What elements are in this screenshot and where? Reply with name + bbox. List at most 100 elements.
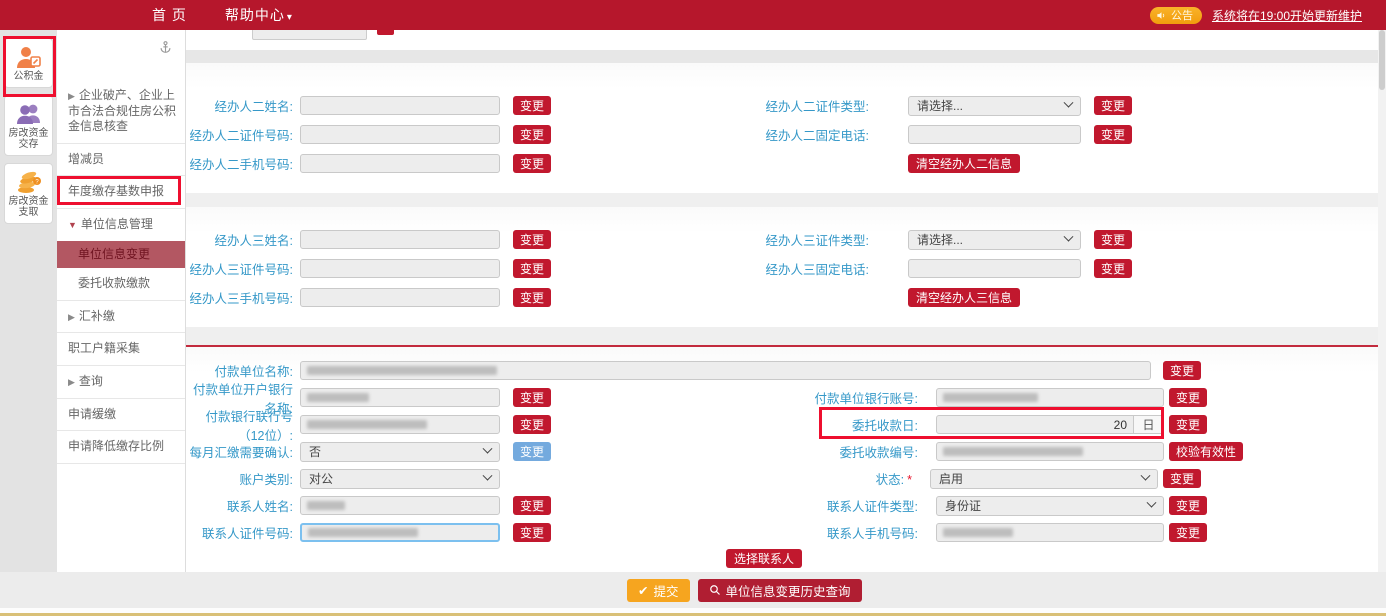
change-button[interactable]: 变更 bbox=[513, 154, 551, 173]
sidebar-item-query[interactable]: ▶查询 bbox=[57, 366, 185, 399]
check-icon: ✔ bbox=[638, 583, 648, 598]
sidebar-item-add-remove-staff[interactable]: 增减员 bbox=[57, 144, 185, 177]
agent3-mobile-input[interactable] bbox=[300, 288, 500, 307]
validate-button[interactable]: 校验有效性 bbox=[1169, 442, 1243, 461]
footer-action-bar: ✔ 提交 单位信息变更历史查询 bbox=[0, 572, 1386, 608]
select-contact-button[interactable]: 选择联系人 bbox=[726, 549, 802, 568]
sidebar-item-staff-household-collect[interactable]: 职工户籍采集 bbox=[57, 333, 185, 366]
rail-item-label: 公积金 bbox=[6, 71, 51, 83]
contact-name-input[interactable] bbox=[300, 496, 500, 515]
agent3-cert-no-input[interactable] bbox=[300, 259, 500, 278]
field-label: 经办人二手机号码: bbox=[186, 154, 293, 173]
sidebar-item-apply-lower-ratio[interactable]: 申请降低缴存比例 bbox=[57, 431, 185, 464]
clear-agent3-button[interactable]: 清空经办人三信息 bbox=[908, 288, 1020, 307]
history-query-button[interactable]: 单位信息变更历史查询 bbox=[698, 579, 862, 602]
nav-help-center[interactable]: 帮助中心▾ bbox=[225, 5, 293, 25]
change-button[interactable]: 变更 bbox=[513, 388, 551, 407]
sidebar-item-annual-base-declare[interactable]: 年度缴存基数申报 bbox=[57, 176, 185, 209]
field-label: 经办人三手机号码: bbox=[186, 288, 293, 307]
redacted-value bbox=[943, 393, 1038, 402]
change-button[interactable]: 变更 bbox=[513, 288, 551, 307]
change-button[interactable]: 变更 bbox=[513, 230, 551, 249]
main-content: 经办人二姓名: 变更 经办人二证件类型: 请选择... 变更 经办人二证件号码:… bbox=[186, 30, 1378, 572]
change-button[interactable]: 变更 bbox=[513, 96, 551, 115]
clear-agent2-button[interactable]: 清空经办人二信息 bbox=[908, 154, 1020, 173]
sidebar-menu-list: ▶企业破产、企业上市合法合规住房公积金信息核查 增减员 年度缴存基数申报 ▼单位… bbox=[57, 80, 185, 464]
change-button[interactable]: 变更 bbox=[513, 125, 551, 144]
select-value: 启用 bbox=[939, 470, 963, 487]
status-select[interactable]: 启用 bbox=[930, 469, 1158, 489]
nav-home[interactable]: 首 页 bbox=[152, 5, 187, 25]
redacted-value bbox=[307, 501, 345, 510]
contact-cert-no-input[interactable] bbox=[300, 523, 500, 542]
scrollbar-thumb[interactable] bbox=[1379, 30, 1385, 90]
sidebar-item-huibujiao[interactable]: ▶汇补缴 bbox=[57, 301, 185, 334]
sidebar-item-bankruptcy-check[interactable]: ▶企业破产、企业上市合法合规住房公积金信息核查 bbox=[57, 80, 185, 144]
payer-unit-name-input[interactable] bbox=[300, 361, 1151, 380]
agent3-name-input[interactable] bbox=[300, 230, 500, 249]
people-icon bbox=[15, 101, 43, 127]
payer-bank-account-input[interactable] bbox=[936, 388, 1164, 407]
sidebar-menu: ▶企业破产、企业上市合法合规住房公积金信息核查 增减员 年度缴存基数申报 ▼单位… bbox=[57, 30, 186, 572]
nav-help-label: 帮助中心 bbox=[225, 7, 285, 23]
contact-cert-type-select[interactable]: 身份证 bbox=[936, 496, 1164, 516]
sidebar-item-unit-info-mgmt[interactable]: ▼单位信息管理 bbox=[57, 209, 185, 241]
redacted-value bbox=[307, 393, 369, 402]
sidebar-item-entrust-collection-pay[interactable]: 委托收款缴款 bbox=[57, 268, 185, 301]
change-button[interactable]: 变更 bbox=[1169, 496, 1207, 515]
select-value: 身份证 bbox=[945, 497, 981, 514]
agent2-cert-type-select[interactable]: 请选择... bbox=[908, 96, 1081, 116]
collect-day-input[interactable]: 20 bbox=[936, 415, 1134, 434]
required-asterisk: * bbox=[907, 473, 912, 487]
rail-item-fanggai-jiaocun[interactable]: 房改资金交存 bbox=[4, 95, 53, 156]
sidebar-item-apply-deferral[interactable]: 申请缓缴 bbox=[57, 399, 185, 432]
clipped-input[interactable] bbox=[252, 30, 367, 40]
change-button[interactable]: 变更 bbox=[1094, 96, 1132, 115]
agent3-cert-type-select[interactable]: 请选择... bbox=[908, 230, 1081, 250]
field-label: 经办人三证件号码: bbox=[186, 259, 293, 278]
anchor-icon[interactable] bbox=[158, 40, 173, 55]
rail-item-gongjijin[interactable]: 公积金 bbox=[4, 38, 53, 88]
field-label: 经办人三固定电话: bbox=[551, 259, 869, 278]
monthly-confirm-select[interactable]: 否 bbox=[300, 442, 500, 462]
field-label: 经办人二证件号码: bbox=[186, 125, 293, 144]
agent2-mobile-input[interactable] bbox=[300, 154, 500, 173]
change-button[interactable]: 变更 bbox=[1163, 469, 1201, 488]
redacted-value bbox=[307, 420, 427, 429]
payment-section: 付款单位名称: 变更 付款单位开户银行名称: 变更 付款单位银行账号: 变更 付… bbox=[186, 345, 1378, 572]
change-button[interactable]: 变更 bbox=[513, 523, 551, 542]
announcement-badge: 公告 bbox=[1150, 7, 1202, 24]
change-button[interactable]: 变更 bbox=[1094, 259, 1132, 278]
field-label: 付款单位名称: bbox=[186, 361, 293, 380]
account-type-select[interactable]: 对公 bbox=[300, 469, 500, 489]
redacted-value bbox=[307, 366, 497, 375]
change-button[interactable]: 变更 bbox=[513, 259, 551, 278]
submit-label: 提交 bbox=[653, 581, 678, 600]
rail-item-fanggai-zhiqu[interactable]: ? 房改资金支取 bbox=[4, 163, 53, 224]
sidebar-item-unit-info-change[interactable]: 单位信息变更 bbox=[57, 241, 185, 269]
agent3-tel-input[interactable] bbox=[908, 259, 1081, 278]
change-button[interactable]: 变更 bbox=[1169, 523, 1207, 542]
change-button[interactable]: 变更 bbox=[513, 496, 551, 515]
maintenance-notice-link[interactable]: 系统将在19:00开始更新维护 bbox=[1212, 7, 1362, 24]
contact-mobile-input[interactable] bbox=[936, 523, 1164, 542]
clipped-change-button[interactable] bbox=[377, 30, 394, 35]
change-button[interactable]: 变更 bbox=[1169, 388, 1207, 407]
collect-day-value: 20 bbox=[1114, 418, 1127, 432]
payer-bank-name-input[interactable] bbox=[300, 388, 500, 407]
change-button-disabled[interactable]: 变更 bbox=[513, 442, 551, 461]
bank-code-input[interactable] bbox=[300, 415, 500, 434]
agent2-tel-input[interactable] bbox=[908, 125, 1081, 144]
submit-button[interactable]: ✔ 提交 bbox=[627, 579, 690, 602]
change-button[interactable]: 变更 bbox=[1163, 361, 1201, 380]
agent2-name-input[interactable] bbox=[300, 96, 500, 115]
collapsed-arrow-icon: ▶ bbox=[68, 91, 75, 101]
vertical-scrollbar[interactable] bbox=[1378, 30, 1386, 572]
change-button[interactable]: 变更 bbox=[1169, 415, 1207, 434]
change-button[interactable]: 变更 bbox=[1094, 125, 1132, 144]
change-button[interactable]: 变更 bbox=[1094, 230, 1132, 249]
agent2-cert-no-input[interactable] bbox=[300, 125, 500, 144]
caret-down-icon: ▾ bbox=[287, 12, 293, 23]
change-button[interactable]: 变更 bbox=[513, 415, 551, 434]
collect-no-input[interactable] bbox=[936, 442, 1164, 461]
